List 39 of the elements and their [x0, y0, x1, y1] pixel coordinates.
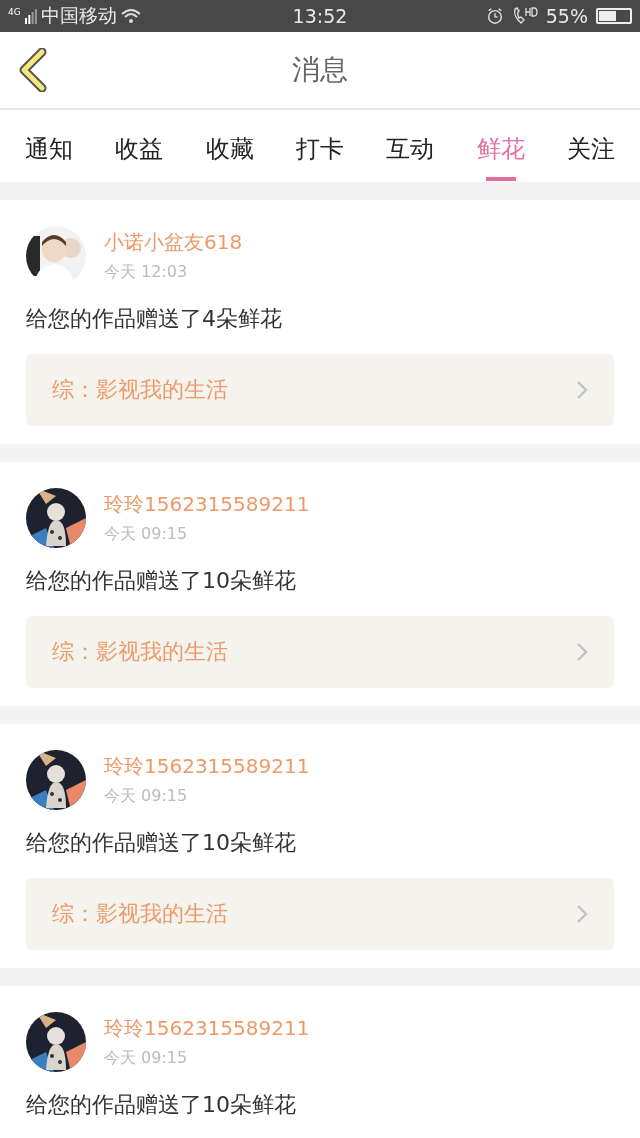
message-text: 给您的作品赠送了10朵鲜花	[26, 1091, 297, 1119]
message-text: 给您的作品赠送了10朵鲜花	[26, 829, 297, 857]
work-link[interactable]: 综：影视我的生活	[26, 878, 614, 950]
user-name[interactable]: 小诺小盆友618	[104, 229, 243, 256]
back-icon[interactable]	[18, 48, 48, 92]
clock-time: 13:52	[292, 5, 348, 27]
message-time: 今天 09:15	[104, 524, 189, 545]
work-title: 综：影视我的生活	[52, 900, 228, 928]
chevron-right-icon	[576, 642, 588, 662]
carrier-name: 中国移动	[40, 3, 117, 28]
work-link[interactable]: 综：影视我的生活	[26, 616, 614, 688]
page-title: 消息	[292, 52, 348, 88]
user-name[interactable]: 玲玲1562315589211	[104, 1015, 310, 1042]
chevron-right-icon	[576, 380, 588, 400]
tab[interactable]: 互动	[386, 123, 435, 181]
wifi-icon	[120, 8, 141, 24]
tab[interactable]: 关注	[566, 123, 615, 181]
work-title: 综：影视我的生活	[52, 638, 228, 666]
tab[interactable]: 收益	[115, 123, 164, 181]
user-name[interactable]: 玲玲1562315589211	[104, 753, 310, 780]
battery-percent: 55%	[545, 5, 588, 27]
message-time: 今天 09:15	[104, 786, 189, 807]
signal-icon	[24, 8, 37, 24]
network-label: 4G	[8, 7, 21, 17]
chevron-right-icon	[576, 904, 588, 924]
work-title: 综：影视我的生活	[52, 376, 228, 404]
message-text: 给您的作品赠送了4朵鲜花	[26, 305, 283, 333]
user-name[interactable]: 玲玲1562315589211	[104, 491, 310, 518]
tab[interactable]: 打卡	[296, 123, 344, 181]
tab[interactable]: 鲜花	[476, 123, 525, 181]
message-text: 给您的作品赠送了10朵鲜花	[26, 567, 297, 595]
phone-hd-icon	[511, 6, 538, 26]
alarm-icon	[485, 7, 504, 25]
tab[interactable]: 通知	[25, 123, 74, 181]
message-time: 今天 09:15	[104, 1048, 189, 1069]
message-time: 今天 12:03	[104, 262, 189, 283]
work-link[interactable]: 综：影视我的生活	[26, 354, 614, 426]
battery-icon	[596, 8, 632, 24]
tab[interactable]: 收藏	[205, 123, 254, 181]
